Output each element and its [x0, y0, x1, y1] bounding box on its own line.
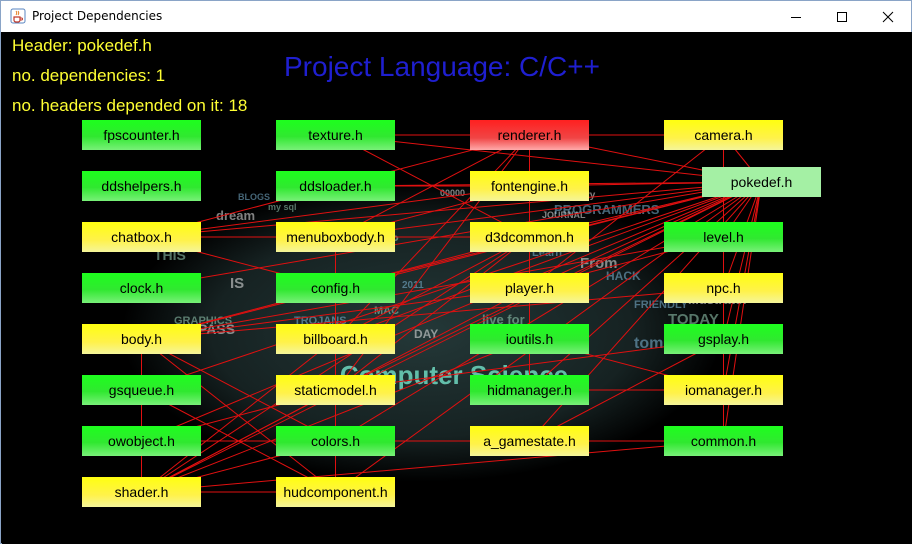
- header-node-label: ddsloader.h: [299, 178, 372, 194]
- minimize-button[interactable]: [773, 1, 819, 32]
- header-node-billboard[interactable]: billboard.h: [276, 324, 395, 354]
- header-node-label: owobject.h: [108, 433, 175, 449]
- header-node-hudcomponent[interactable]: hudcomponent.h: [276, 477, 395, 507]
- header-node-gsplay[interactable]: gsplay.h: [664, 324, 783, 354]
- header-node-label: level.h: [703, 229, 744, 245]
- dependency-edge-billboard-pokedef: [335, 181, 762, 340]
- header-node-label: gsqueue.h: [108, 382, 175, 398]
- header-node-label: common.h: [690, 433, 757, 449]
- header-node-fontengine[interactable]: fontengine.h: [470, 171, 589, 201]
- header-node-hidmanager[interactable]: hidmanager.h: [470, 375, 589, 405]
- header-node-shader[interactable]: shader.h: [82, 477, 201, 507]
- header-node-label: pokedef.h: [730, 174, 793, 190]
- header-node-colors[interactable]: colors.h: [276, 426, 395, 456]
- header-node-label: colors.h: [310, 433, 361, 449]
- java-coffee-icon: [10, 8, 26, 24]
- header-node-gsqueue[interactable]: gsqueue.h: [82, 375, 201, 405]
- window-title: Project Dependencies: [32, 9, 163, 23]
- header-node-a_gamestate[interactable]: a_gamestate.h: [470, 426, 589, 456]
- minimize-icon: [791, 16, 801, 18]
- header-node-label: iomanager.h: [684, 382, 763, 398]
- app-window: Project Dependencies Computer Science PR…: [0, 0, 912, 544]
- header-node-config[interactable]: config.h: [276, 273, 395, 303]
- header-node-common[interactable]: common.h: [664, 426, 783, 456]
- header-node-renderer[interactable]: renderer.h: [470, 120, 589, 150]
- header-node-owobject[interactable]: owobject.h: [82, 426, 201, 456]
- header-node-fpscounter[interactable]: fpscounter.h: [82, 120, 201, 150]
- header-node-label: d3dcommon.h: [485, 229, 574, 245]
- header-node-iomanager[interactable]: iomanager.h: [664, 375, 783, 405]
- header-node-label: gsplay.h: [697, 331, 750, 347]
- project-language: Project Language: C/C++: [284, 51, 600, 82]
- header-node-label: menuboxbody.h: [286, 229, 385, 245]
- header-node-label: a_gamestate.h: [483, 433, 576, 449]
- maximize-icon: [837, 11, 847, 22]
- header-node-label: npc.h: [706, 280, 741, 296]
- header-node-texture[interactable]: texture.h: [276, 120, 395, 150]
- header-node-label: camera.h: [694, 127, 753, 143]
- header-node-label: clock.h: [119, 280, 164, 296]
- header-node-ddsloader[interactable]: ddsloader.h: [276, 171, 395, 201]
- header-node-label: body.h: [121, 331, 162, 347]
- header-node-label: hudcomponent.h: [283, 484, 388, 500]
- header-node-chatbox[interactable]: chatbox.h: [82, 222, 201, 252]
- header-node-ioutils[interactable]: ioutils.h: [470, 324, 589, 354]
- header-node-label: fpscounter.h: [103, 127, 180, 143]
- maximize-button[interactable]: [819, 1, 865, 32]
- header-node-player[interactable]: player.h: [470, 273, 589, 303]
- depended-on-count: no. headers depended on it: 18: [12, 96, 248, 115]
- header-node-label: billboard.h: [303, 331, 368, 347]
- header-node-label: fontengine.h: [490, 178, 569, 194]
- header-node-label: renderer.h: [497, 127, 562, 143]
- header-node-clock[interactable]: clock.h: [82, 273, 201, 303]
- header-node-body[interactable]: body.h: [82, 324, 201, 354]
- header-node-label: hidmanager.h: [487, 382, 572, 398]
- header-node-label: texture.h: [308, 127, 363, 143]
- header-node-label: ioutils.h: [505, 331, 554, 347]
- header-node-pokedef[interactable]: pokedef.h: [702, 167, 821, 197]
- header-node-level[interactable]: level.h: [664, 222, 783, 252]
- header-node-label: config.h: [310, 280, 361, 296]
- dependency-edge-level-body: [141, 236, 724, 340]
- header-node-menuboxbody[interactable]: menuboxbody.h: [276, 222, 395, 252]
- dependency-count: no. dependencies: 1: [12, 66, 166, 85]
- title-bar[interactable]: Project Dependencies: [1, 1, 911, 32]
- dependency-edge-npc-body: [141, 287, 724, 340]
- header-info: Header: pokedef.h: [12, 36, 152, 55]
- header-node-label: staticmodel.h: [294, 382, 377, 398]
- header-node-d3dcommon[interactable]: d3dcommon.h: [470, 222, 589, 252]
- header-node-npc[interactable]: npc.h: [664, 273, 783, 303]
- header-node-camera[interactable]: camera.h: [664, 120, 783, 150]
- close-icon: [882, 11, 894, 22]
- header-node-staticmodel[interactable]: staticmodel.h: [276, 375, 395, 405]
- dependency-graph-canvas[interactable]: Computer Science PROGRAMMERSdreamPHPLear…: [2, 32, 912, 544]
- dependency-edge-camera-player: [529, 134, 724, 289]
- header-node-label: shader.h: [114, 484, 169, 500]
- header-node-label: ddshelpers.h: [101, 178, 182, 194]
- header-node-label: player.h: [504, 280, 555, 296]
- header-node-label: chatbox.h: [111, 229, 172, 245]
- close-button[interactable]: [865, 1, 911, 32]
- header-node-ddshelpers[interactable]: ddshelpers.h: [82, 171, 201, 201]
